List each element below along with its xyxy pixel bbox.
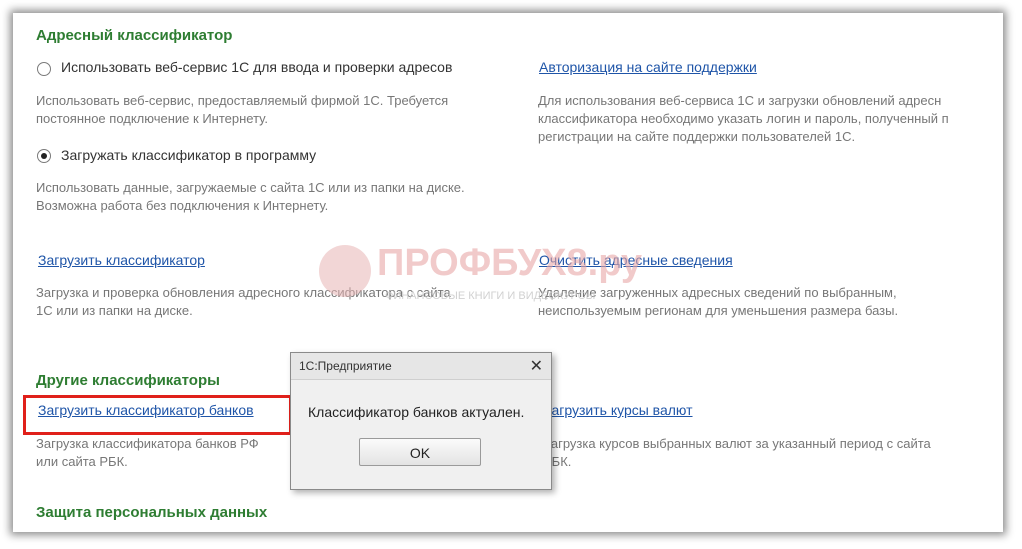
radio-webservice[interactable]	[37, 62, 51, 76]
desc-load: Использовать данные, загружаемые с сайта…	[36, 179, 465, 215]
desc-webservice: Использовать веб-сервис, предоставляемый…	[36, 92, 448, 128]
banks-desc: Загрузка классификатора банков РФ или са…	[36, 435, 259, 471]
load-classifier-link[interactable]: Загрузить классификатор	[38, 252, 205, 268]
auth-desc-line-3: регистрации на сайте поддержки пользоват…	[538, 129, 856, 144]
settings-panel: Адресный классификатор Использовать веб-…	[13, 13, 1003, 532]
auth-desc: Для использования веб-сервиса 1С и загру…	[538, 92, 949, 146]
desc-load-line-2: Возможна работа без подключения к Интерн…	[36, 198, 329, 213]
close-icon[interactable]: ✕	[530, 356, 543, 376]
section-title-other: Другие классификаторы	[36, 372, 220, 389]
clear-desc-line-2: неиспользуемым регионам для уменьшения р…	[538, 303, 899, 318]
banks-desc-line-2: или сайта РБК.	[36, 454, 128, 469]
load-desc-line-2: 1С или из папки на диске.	[36, 303, 193, 318]
desc-webservice-line-1: Использовать веб-сервис, предоставляемый…	[36, 93, 449, 108]
message-dialog: 1С:Предприятие ✕ Классификатор банков ак…	[290, 352, 552, 490]
currency-desc: Загрузка курсов выбранных валют за указа…	[543, 435, 931, 471]
watermark-subtitle: ФИНАНСОВЫЕ КНИГИ И ВИДЕОКУРСЫ	[385, 290, 596, 302]
load-currency-link[interactable]: Загрузить курсы валют	[543, 402, 693, 418]
section-title-address: Адресный классификатор	[36, 27, 233, 44]
radio-load-classifier[interactable]	[37, 149, 51, 163]
watermark-logo	[319, 245, 371, 297]
banks-desc-line-1: Загрузка классификатора банков РФ	[36, 436, 259, 451]
dialog-message: Классификатор банков актуален.	[308, 404, 525, 420]
load-banks-link[interactable]: Загрузить классификатор банков	[38, 402, 254, 418]
desc-load-line-1: Использовать данные, загружаемые с сайта…	[36, 180, 465, 195]
option-load-label[interactable]: Загружать классификатор в программу	[61, 147, 316, 163]
option-webservice-label[interactable]: Использовать веб-сервис 1С для ввода и п…	[61, 59, 452, 75]
currency-desc-line-1: Загрузка курсов выбранных валют за указа…	[543, 436, 931, 451]
auth-desc-line-1: Для использования веб-сервиса 1С и загру…	[538, 93, 942, 108]
ok-button[interactable]: OK	[359, 438, 481, 466]
watermark-text: ПРОФБУХ8.ру	[377, 242, 643, 284]
currency-desc-line-2: РБК.	[543, 454, 572, 469]
dialog-titlebar: 1С:Предприятие ✕	[291, 353, 551, 380]
dialog-title: 1С:Предприятие	[299, 359, 392, 373]
auth-desc-line-2: классификатора необходимо указать логин …	[538, 111, 949, 126]
section-title-personal: Защита персональных данных	[36, 504, 268, 521]
desc-webservice-line-2: постоянное подключение к Интернету.	[36, 111, 268, 126]
auth-link[interactable]: Авторизация на сайте поддержки	[539, 59, 757, 75]
